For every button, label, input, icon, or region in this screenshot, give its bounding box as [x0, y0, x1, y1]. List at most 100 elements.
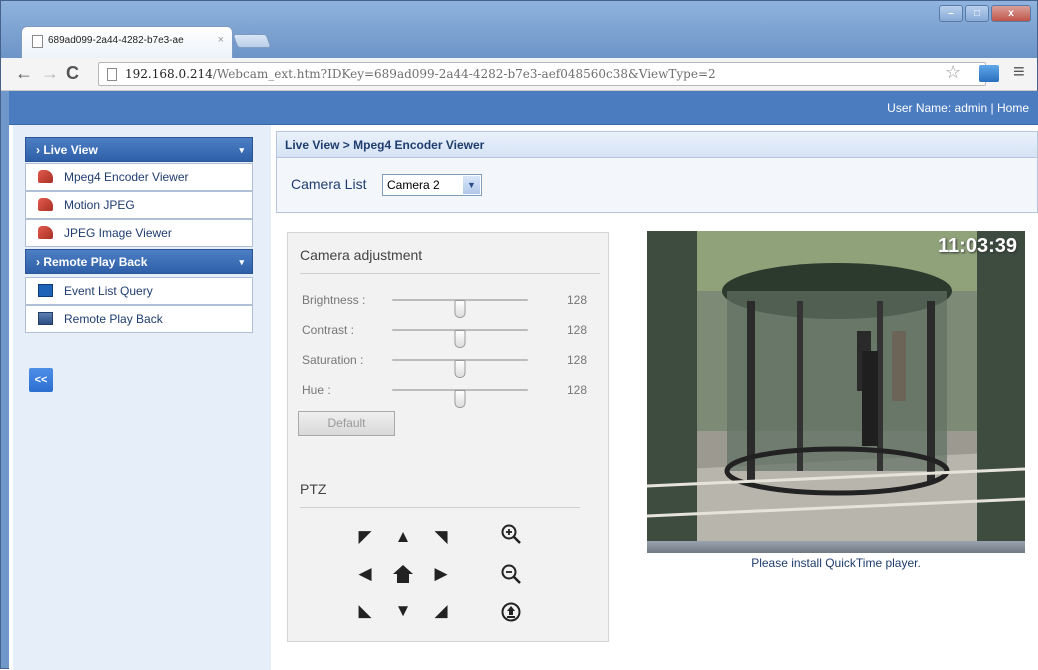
pan-down-left-button[interactable]: ◣: [354, 600, 376, 622]
maximize-button[interactable]: □: [965, 5, 989, 22]
collapse-sidebar-button[interactable]: <<: [29, 368, 53, 392]
camera-icon: [38, 226, 53, 239]
chevron-down-icon[interactable]: ▼: [463, 176, 480, 194]
sidebar-item-remote-play-back[interactable]: Remote Play Back: [25, 305, 253, 333]
saturation-slider[interactable]: [392, 359, 528, 378]
page-icon: [107, 68, 117, 81]
playback-icon: [38, 312, 53, 325]
divider: [300, 273, 600, 274]
home-button[interactable]: [392, 563, 414, 585]
home-icon: [393, 565, 413, 583]
browser-toolbar: ← → C 192.168.0.214/Webcam_ext.htm?IDKey…: [1, 58, 1037, 91]
slider-thumb[interactable]: [454, 300, 466, 318]
extension-icon[interactable]: [979, 65, 999, 82]
pan-down-button[interactable]: ▼: [392, 600, 414, 622]
zoom-reset-button[interactable]: [500, 601, 522, 623]
zoom-out-icon: [501, 564, 521, 584]
pan-up-button[interactable]: ▲: [392, 526, 414, 548]
slider-label: Contrast :: [302, 323, 355, 337]
chevron-down-icon: ▾: [239, 145, 244, 155]
pan-up-left-button[interactable]: ◤: [354, 526, 376, 548]
sidebar-item-label: Event List Query: [64, 284, 153, 298]
contrast-slider[interactable]: [392, 329, 528, 348]
sidebar-item-label: Motion JPEG: [64, 198, 135, 212]
camera-list-row: Camera List Camera 2 ▼: [277, 158, 1037, 212]
default-button[interactable]: Default: [298, 411, 395, 436]
camera-feed-image: [647, 231, 1025, 551]
forward-arrow-icon[interactable]: →: [41, 63, 59, 84]
web-page: User Name: admin | Home › Live View ▾ Mp…: [9, 91, 1038, 670]
divider: [300, 507, 580, 508]
pan-right-button[interactable]: ▶: [430, 563, 452, 585]
content-header: Live View > Mpeg4 Encoder Viewer Camera …: [276, 131, 1038, 213]
sidebar-item-jpeg-image-viewer[interactable]: JPEG Image Viewer: [25, 219, 253, 247]
section-title: Live View: [43, 143, 98, 157]
zoom-reset-icon: [501, 602, 521, 622]
menu-icon[interactable]: ≡: [1013, 61, 1025, 84]
sidebar-item-event-list-query[interactable]: Event List Query: [25, 277, 253, 305]
tab-close-icon[interactable]: ×: [218, 34, 224, 46]
hue-slider[interactable]: [392, 389, 528, 408]
zoom-in-button[interactable]: [500, 523, 522, 545]
contrast-slider-row: Contrast : 128: [302, 320, 602, 348]
sidebar-item-label: Remote Play Back: [64, 312, 163, 326]
reload-icon[interactable]: C: [66, 63, 79, 84]
slider-label: Brightness :: [302, 293, 366, 307]
brightness-slider-row: Brightness : 128: [302, 290, 602, 318]
slider-label: Saturation :: [302, 353, 364, 367]
chevron-down-icon: ▾: [239, 257, 244, 267]
sidebar-item-mpeg4-encoder-viewer[interactable]: Mpeg4 Encoder Viewer: [25, 163, 253, 191]
slider-thumb[interactable]: [454, 330, 466, 348]
browser-tab[interactable]: 689ad099-2a44-4282-b7e3-ae ×: [21, 26, 233, 58]
slider-value: 128: [567, 293, 588, 307]
sidebar-section-remote-play-back[interactable]: › Remote Play Back ▾: [25, 249, 253, 274]
address-bar[interactable]: 192.168.0.214/Webcam_ext.htm?IDKey=689ad…: [98, 62, 986, 86]
pan-left-button[interactable]: ◀: [354, 563, 376, 585]
zoom-out-button[interactable]: [500, 563, 522, 585]
camera-list-label: Camera List: [291, 176, 367, 192]
list-icon: [38, 284, 53, 297]
video-timestamp: 11:03:39: [938, 235, 1017, 257]
slider-value: 128: [567, 353, 588, 367]
slider-thumb[interactable]: [454, 360, 466, 378]
camera-icon: [38, 170, 53, 183]
title-bar: 689ad099-2a44-4282-b7e3-ae × – □ x: [1, 1, 1037, 58]
user-info[interactable]: User Name: admin | Home: [887, 101, 1029, 115]
quicktime-message: Please install QuickTime player.: [751, 556, 921, 570]
slider-value: 128: [567, 383, 588, 397]
new-tab-button[interactable]: [232, 34, 272, 48]
slider-value: 128: [567, 323, 588, 337]
minimize-button[interactable]: –: [939, 5, 963, 22]
window-controls: – □ x: [939, 5, 1031, 22]
camera-select[interactable]: Camera 2 ▼: [382, 174, 482, 196]
video-control-bar[interactable]: [647, 541, 1025, 553]
close-window-button[interactable]: x: [991, 5, 1031, 22]
tab-title: 689ad099-2a44-4282-b7e3-ae: [48, 35, 184, 46]
brightness-slider[interactable]: [392, 299, 528, 318]
sidebar: › Live View ▾ Mpeg4 Encoder Viewer Motio…: [13, 125, 271, 670]
hue-slider-row: Hue : 128: [302, 380, 602, 408]
camera-adjustment-panel: Camera adjustment Brightness : 128 Contr…: [287, 232, 609, 642]
sidebar-item-label: JPEG Image Viewer: [64, 226, 172, 240]
camera-icon: [38, 198, 53, 211]
url-host: 192.168.0.214: [125, 67, 213, 81]
slider-thumb[interactable]: [454, 390, 466, 408]
video-viewer[interactable]: 11:03:39: [647, 231, 1025, 551]
sidebar-section-live-view[interactable]: › Live View ▾: [25, 137, 253, 162]
camera-select-value: Camera 2: [387, 178, 440, 192]
saturation-slider-row: Saturation : 128: [302, 350, 602, 378]
ptz-title: PTZ: [300, 481, 327, 497]
zoom-in-icon: [501, 524, 521, 544]
browser-window: 689ad099-2a44-4282-b7e3-ae × – □ x ← → C…: [0, 0, 1038, 670]
page-icon: [32, 35, 43, 48]
breadcrumb: Live View > Mpeg4 Encoder Viewer: [277, 132, 1037, 158]
bookmark-star-icon[interactable]: ☆: [945, 62, 961, 83]
slider-label: Hue :: [302, 383, 331, 397]
pan-up-right-button[interactable]: ◥: [430, 526, 452, 548]
url-path: /Webcam_ext.htm?IDKey=689ad099-2a44-4282…: [212, 67, 716, 81]
pan-down-right-button[interactable]: ◢: [430, 600, 452, 622]
back-arrow-icon[interactable]: ←: [15, 63, 33, 84]
sidebar-item-motion-jpeg[interactable]: Motion JPEG: [25, 191, 253, 219]
top-banner: User Name: admin | Home: [9, 91, 1038, 125]
section-title: Remote Play Back: [43, 255, 148, 269]
